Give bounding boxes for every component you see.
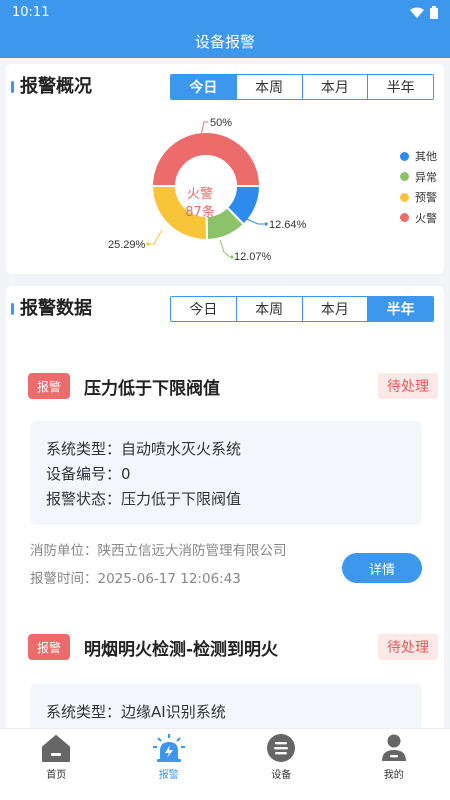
alarm-item-header: 报警 明烟明火检测-检测到明火 待处理: [28, 632, 438, 662]
data-section-title: 报警数据: [11, 296, 92, 322]
meta-value: 陕西立信远大消防管理有限公司: [97, 543, 287, 559]
overview-period-tabs: 今日 本周 本月 半年: [170, 74, 434, 100]
overview-tab-week[interactable]: 本周: [235, 75, 302, 99]
tab-device[interactable]: 设备: [225, 729, 338, 781]
detail-device-no: 设备编号： 0: [46, 462, 406, 487]
tab-label: 设备: [271, 770, 292, 781]
leader-line-abnormal: [219, 239, 231, 258]
detail-value: 边缘AI识别系统: [121, 703, 226, 721]
legend-item-fire[interactable]: 火警: [400, 208, 437, 229]
detail-label: 报警状态：: [46, 490, 122, 508]
label-abnormal-pct: 12.07%: [234, 251, 272, 263]
detail-system-type: 系统类型： 边缘AI识别系统: [46, 700, 406, 725]
alarm-item-title: 压力低于下限阀值: [84, 378, 220, 399]
detail-value: 0: [121, 465, 131, 483]
legend-label-fire: 火警: [415, 211, 437, 225]
app-bar: 设备报警: [0, 24, 450, 58]
page-title: 设备报警: [194, 32, 255, 51]
legend-dot-other: [400, 151, 409, 161]
meta-value: 2025-06-17 12:06:43: [97, 571, 241, 587]
leader-dot-warning: [146, 242, 150, 246]
overview-tab-today[interactable]: 今日: [171, 75, 236, 99]
alarm-list-item[interactable]: 报警 明烟明火检测-检测到明火 待处理 系统类型： 边缘AI识别系统: [6, 632, 444, 736]
wifi-icon: [410, 7, 424, 18]
alarm-light-icon: [152, 733, 186, 763]
detail-label: 设备编号：: [46, 465, 122, 483]
detail-value: 自动喷水灭火系统: [121, 440, 242, 458]
donut-center-label: 火警: [187, 186, 213, 202]
overview-tab-month[interactable]: 本月: [301, 75, 368, 99]
tab-label: 报警: [158, 770, 179, 781]
donut-center-count: 87条: [185, 204, 215, 220]
alarm-detail-box: 系统类型： 自动喷水灭火系统 设备编号： 0 报警状态： 压力低于下限阀值: [30, 421, 422, 525]
alarm-data-card: 报警数据 今日 本周 本月 半年 报警 压力低于下限阀值 待处理 系统类型： 自…: [6, 286, 444, 736]
label-other-pct: 12.64%: [269, 219, 307, 231]
leader-dot-other: [264, 222, 268, 226]
label-fire-pct: 50%: [210, 117, 232, 129]
legend-item-other[interactable]: 其他: [400, 146, 437, 167]
status-time: 10:11: [12, 4, 50, 20]
tab-alarm[interactable]: 报警: [113, 729, 226, 781]
data-tab-month[interactable]: 本月: [301, 297, 368, 321]
detail-label: 系统类型：: [46, 440, 122, 458]
data-period-tabs: 今日 本周 本月 半年: [170, 296, 434, 322]
leader-dot-fire: [198, 138, 202, 142]
legend-item-abnormal[interactable]: 异常: [400, 167, 437, 188]
battery-icon: [430, 5, 438, 19]
legend-dot-abnormal: [400, 172, 409, 182]
fire-unit-row: 消防单位：陕西立信远大消防管理有限公司: [30, 537, 287, 565]
alarm-item-title: 明烟明火检测-检测到明火: [84, 639, 279, 660]
tab-label: 我的: [383, 770, 404, 781]
meta-label: 消防单位：: [30, 543, 98, 559]
alarm-list-item[interactable]: 报警 压力低于下限阀值 待处理 系统类型： 自动喷水灭火系统 设备编号： 0 报…: [6, 371, 444, 601]
leader-line-warning: [150, 229, 163, 245]
meta-label: 报警时间：: [30, 571, 98, 587]
label-warning-pct: 25.29%: [108, 239, 146, 251]
legend-item-warning[interactable]: 预警: [400, 187, 437, 208]
legend-label-abnormal: 异常: [415, 170, 437, 184]
legend-label-warning: 预警: [415, 191, 437, 205]
donut-slice-火警[interactable]: [150, 131, 262, 187]
alarm-overview-card: 报警概况 今日 本周 本月 半年 50% 12.64% 12.07% 25.29…: [6, 64, 444, 274]
bottom-tab-bar: 首页 报警 设备 我的: [0, 728, 450, 781]
detail-value: 压力低于下限阀值: [121, 490, 242, 508]
data-tab-halfyear[interactable]: 半年: [367, 297, 433, 321]
detail-system-type: 系统类型： 自动喷水灭火系统: [46, 437, 406, 462]
legend-label-other: 其他: [415, 150, 437, 164]
status-badge: 待处理: [378, 634, 438, 660]
tab-label: 首页: [46, 770, 67, 781]
status-icons: [410, 5, 438, 19]
data-tab-today[interactable]: 今日: [171, 297, 236, 321]
detail-label: 系统类型：: [46, 703, 122, 721]
legend-dot-warning: [400, 192, 409, 202]
overview-title: 报警概况: [11, 74, 92, 100]
tab-home[interactable]: 首页: [0, 729, 113, 781]
alarm-donut-chart: 50% 12.64% 12.07% 25.29% 火警 87条: [6, 100, 444, 274]
alarm-badge: 报警: [28, 634, 70, 660]
detail-button[interactable]: 详情: [342, 553, 422, 583]
alarm-item-header: 报警 压力低于下限阀值 待处理: [28, 371, 438, 401]
tab-profile[interactable]: 我的: [338, 729, 450, 781]
data-tab-week[interactable]: 本周: [235, 297, 302, 321]
detail-alarm-status: 报警状态： 压力低于下限阀值: [46, 487, 406, 512]
status-bar: 10:11: [0, 0, 450, 24]
system-nav-spacer: [0, 780, 450, 800]
user-icon: [377, 733, 411, 763]
alarm-badge: 报警: [28, 373, 70, 399]
chart-legend: 其他 异常 预警 火警: [400, 146, 437, 228]
device-icon: [264, 733, 298, 763]
donut-svg: 50% 12.64% 12.07% 25.29% 火警 87条: [108, 117, 307, 263]
alarm-time-row: 报警时间：2025-06-17 12:06:43: [30, 565, 241, 593]
home-icon: [39, 733, 73, 763]
status-badge: 待处理: [378, 373, 438, 399]
overview-tab-halfyear[interactable]: 半年: [367, 75, 433, 99]
legend-dot-fire: [400, 213, 409, 223]
